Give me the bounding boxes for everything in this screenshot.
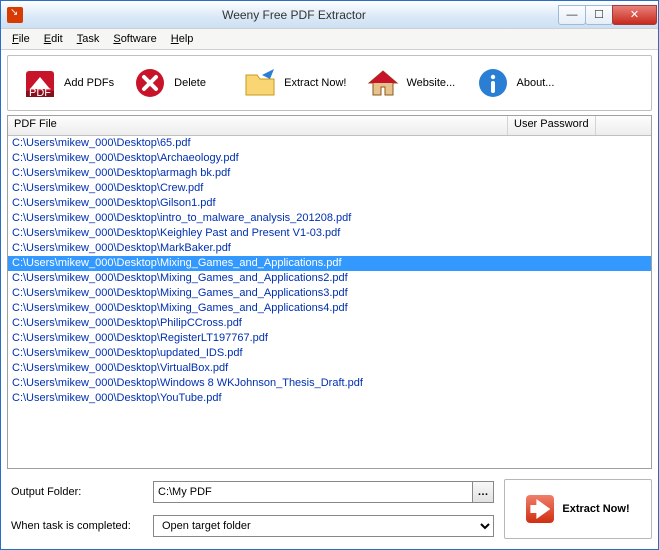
- about-label: About...: [517, 77, 555, 89]
- extract-now-label: Extract Now!: [284, 77, 346, 89]
- table-row[interactable]: C:\Users\mikew_000\Desktop\65.pdf: [8, 136, 651, 151]
- extract-now-big-label: Extract Now!: [562, 503, 629, 515]
- website-label: Website...: [407, 77, 456, 89]
- menu-help[interactable]: Help: [164, 31, 201, 47]
- minimize-button[interactable]: —: [558, 5, 586, 25]
- table-row[interactable]: C:\Users\mikew_000\Desktop\Mixing_Games_…: [8, 301, 651, 316]
- titlebar: Weeny Free PDF Extractor — ☐ ✕: [1, 1, 658, 29]
- svg-text:PDF: PDF: [29, 87, 51, 99]
- maximize-button[interactable]: ☐: [585, 5, 613, 25]
- file-list[interactable]: PDF File User Password C:\Users\mikew_00…: [7, 115, 652, 469]
- extract-panel: Extract Now!: [504, 479, 652, 539]
- extract-now-button[interactable]: Extract Now!: [234, 63, 356, 103]
- folder-extract-icon: [244, 67, 276, 99]
- close-button[interactable]: ✕: [612, 5, 657, 25]
- info-icon: [477, 67, 509, 99]
- table-row[interactable]: C:\Users\mikew_000\Desktop\VirtualBox.pd…: [8, 361, 651, 376]
- table-row[interactable]: C:\Users\mikew_000\Desktop\updated_IDS.p…: [8, 346, 651, 361]
- table-row[interactable]: C:\Users\mikew_000\Desktop\armagh bk.pdf: [8, 166, 651, 181]
- column-pdf-file[interactable]: PDF File: [8, 116, 508, 135]
- menu-task[interactable]: Task: [70, 31, 107, 47]
- menu-software[interactable]: Software: [106, 31, 163, 47]
- output-folder-label: Output Folder:: [7, 486, 147, 498]
- toolbar: PDF Add PDFs Delete Extract Now! Website…: [7, 55, 652, 111]
- add-pdfs-label: Add PDFs: [64, 77, 114, 89]
- home-icon: [367, 67, 399, 99]
- pdf-icon: PDF: [24, 67, 56, 99]
- bottom-panel: Output Folder: … When task is completed:…: [1, 469, 658, 549]
- column-user-password[interactable]: User Password: [508, 116, 596, 135]
- delete-label: Delete: [174, 77, 206, 89]
- window-controls: — ☐ ✕: [559, 5, 657, 25]
- delete-icon: [134, 67, 166, 99]
- window-title: Weeny Free PDF Extractor: [29, 8, 559, 22]
- table-row[interactable]: C:\Users\mikew_000\Desktop\Mixing_Games_…: [8, 256, 651, 271]
- table-row[interactable]: C:\Users\mikew_000\Desktop\Windows 8 WKJ…: [8, 376, 651, 391]
- browse-button[interactable]: …: [472, 481, 494, 503]
- when-completed-label: When task is completed:: [7, 520, 147, 532]
- menu-edit[interactable]: Edit: [37, 31, 70, 47]
- extract-arrow-icon: [526, 495, 554, 523]
- table-row[interactable]: C:\Users\mikew_000\Desktop\Mixing_Games_…: [8, 286, 651, 301]
- menu-file[interactable]: File: [5, 31, 37, 47]
- table-row[interactable]: C:\Users\mikew_000\Desktop\MarkBaker.pdf: [8, 241, 651, 256]
- file-list-header: PDF File User Password: [8, 116, 651, 136]
- add-pdfs-button[interactable]: PDF Add PDFs: [14, 63, 124, 103]
- output-folder-input[interactable]: [153, 481, 473, 503]
- table-row[interactable]: C:\Users\mikew_000\Desktop\PhilipCCross.…: [8, 316, 651, 331]
- table-row[interactable]: C:\Users\mikew_000\Desktop\Gilson1.pdf: [8, 196, 651, 211]
- website-button[interactable]: Website...: [357, 63, 467, 103]
- when-completed-select[interactable]: Open target folder: [153, 515, 494, 537]
- table-row[interactable]: C:\Users\mikew_000\Desktop\Mixing_Games_…: [8, 271, 651, 286]
- file-list-body[interactable]: C:\Users\mikew_000\Desktop\65.pdfC:\User…: [8, 136, 651, 468]
- table-row[interactable]: C:\Users\mikew_000\Desktop\RegisterLT197…: [8, 331, 651, 346]
- table-row[interactable]: C:\Users\mikew_000\Desktop\Crew.pdf: [8, 181, 651, 196]
- about-button[interactable]: About...: [467, 63, 577, 103]
- table-row[interactable]: C:\Users\mikew_000\Desktop\YouTube.pdf: [8, 391, 651, 406]
- extract-now-big-button[interactable]: Extract Now!: [516, 489, 639, 529]
- menubar: File Edit Task Software Help: [1, 29, 658, 50]
- table-row[interactable]: C:\Users\mikew_000\Desktop\intro_to_malw…: [8, 211, 651, 226]
- table-row[interactable]: C:\Users\mikew_000\Desktop\Keighley Past…: [8, 226, 651, 241]
- app-icon: [7, 7, 23, 23]
- delete-button[interactable]: Delete: [124, 63, 234, 103]
- table-row[interactable]: C:\Users\mikew_000\Desktop\Archaeology.p…: [8, 151, 651, 166]
